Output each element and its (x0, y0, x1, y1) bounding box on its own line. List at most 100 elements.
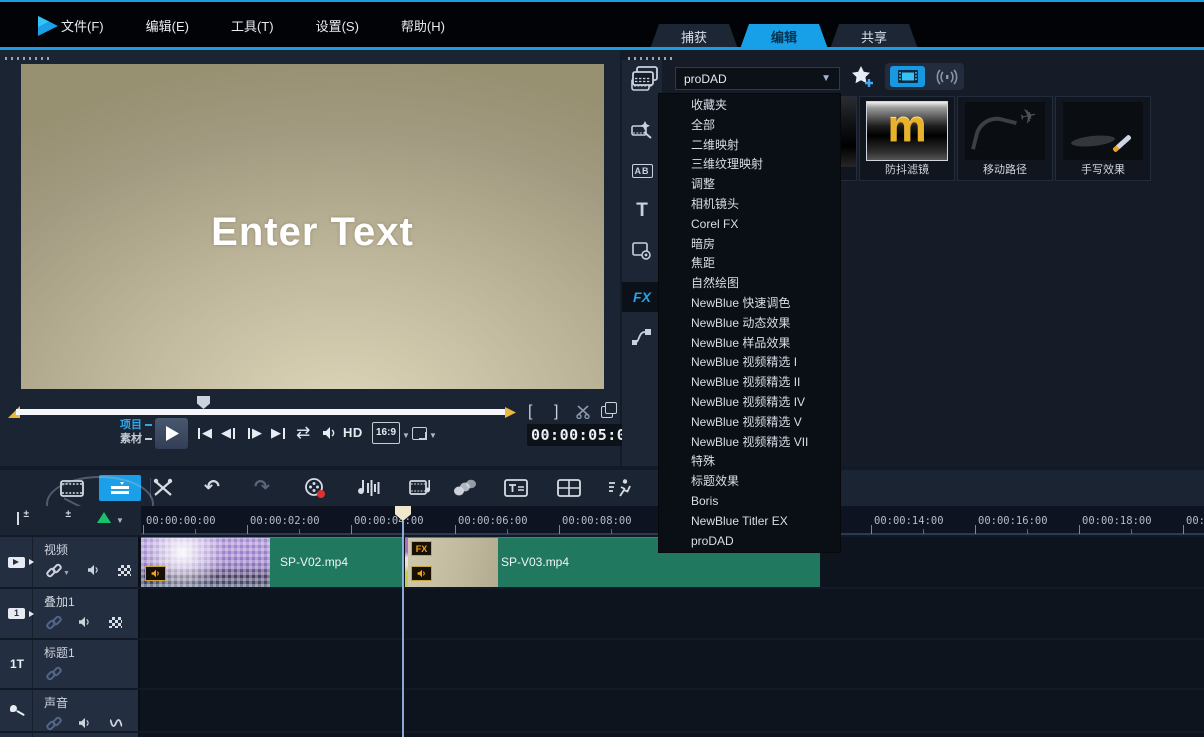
playback-mode-labels: 项目 素材 (96, 418, 152, 446)
go-to-end-button[interactable]: ▶ (271, 424, 287, 442)
transparency-toggle[interactable] (109, 616, 122, 628)
play-button[interactable] (155, 418, 188, 449)
hd-toggle[interactable]: HD (343, 424, 363, 442)
volume-icon[interactable] (322, 424, 338, 442)
menu-item[interactable]: 设置(S) (310, 12, 365, 39)
menu-item[interactable]: 工具(T) (225, 12, 280, 39)
dropdown-item[interactable]: NewBlue 视频精选 VII (659, 433, 840, 453)
loop-playback-icon[interactable]: ⇄ (296, 424, 310, 442)
next-frame-button[interactable]: ▶ (246, 424, 262, 442)
dropdown-item[interactable]: 调整 (659, 175, 840, 195)
track-name: 声音 (44, 696, 69, 710)
waveform-toggle[interactable] (109, 718, 123, 728)
dropdown-item[interactable]: 标题效果 (659, 472, 840, 492)
trim-bar[interactable] (16, 409, 505, 415)
dropdown-item[interactable]: 收藏夹 (659, 96, 840, 116)
mark-out-button[interactable]: ] (554, 404, 558, 420)
dropdown-item[interactable]: 相机镜头 (659, 195, 840, 215)
library-thumbnail[interactable]: 移动路径 (957, 96, 1053, 181)
category-dropdown-select[interactable]: proDAD ▼ (675, 67, 840, 90)
link-toggle[interactable]: ▼ (46, 718, 61, 728)
instant-project-icon[interactable] (622, 115, 662, 145)
paint-creator-button[interactable] (450, 475, 480, 501)
dropdown-item[interactable]: 焦距 (659, 254, 840, 274)
motion-tracking-button[interactable] (605, 475, 635, 501)
scrubber-marker[interactable] (197, 396, 210, 409)
track-header[interactable]: 叠加1 ▼ (0, 589, 140, 638)
dropdown-item[interactable]: 全部 (659, 116, 840, 136)
dropdown-item[interactable]: NewBlue 视频精选 II (659, 373, 840, 393)
split-screen-template-button[interactable] (554, 475, 584, 501)
dropdown-item[interactable]: Corel FX (659, 215, 840, 235)
mode-clip-label[interactable]: 素材 (96, 432, 152, 446)
filter-fx-icon[interactable]: FX (622, 282, 662, 312)
menu-row: 文件(F) 编辑(E) 工具(T) 设置(S) 帮助(H) (55, 2, 451, 49)
workflow-tab[interactable]: 共享 (830, 24, 918, 49)
gallery-icon (632, 66, 658, 88)
show-audio-toggle[interactable] (935, 68, 959, 85)
mute-toggle[interactable] (78, 717, 92, 729)
track-header[interactable]: 标题1 ▼ (0, 640, 140, 688)
transition-icon[interactable]: AB (622, 156, 662, 186)
dropdown-item[interactable]: 特殊 (659, 452, 840, 472)
library-thumbnail[interactable]: 手写效果 (1055, 96, 1151, 181)
dropdown-item[interactable]: NewBlue 快速调色 (659, 294, 840, 314)
track-type-icon (4, 690, 30, 731)
menu-item[interactable]: 编辑(E) (140, 12, 195, 39)
menu-item[interactable]: 文件(F) (55, 12, 110, 39)
track-type-icon (4, 640, 30, 688)
undo-button[interactable]: ↶ (197, 475, 227, 501)
split-clip-scissors-icon[interactable] (576, 405, 591, 419)
library-thumbnail[interactable]: 防抖滤镜 (859, 96, 955, 181)
trim-end-handle[interactable] (505, 407, 516, 418)
go-to-start-button[interactable]: ◀ (196, 424, 212, 442)
duplicate-clip-button[interactable] (601, 402, 617, 418)
link-toggle[interactable]: ▼ (46, 617, 61, 627)
workflow-tab[interactable]: 捕获 (650, 24, 738, 49)
mark-in-button[interactable]: [ (528, 404, 532, 420)
track-type-icon (4, 733, 30, 737)
previous-frame-button[interactable]: ◀ (221, 424, 237, 442)
track-row: 音乐1 ▼ (0, 733, 1204, 737)
dropdown-item[interactable]: NewBlue 样品效果 (659, 334, 840, 354)
dropdown-item[interactable]: 自然绘图 (659, 274, 840, 294)
sound-mixer-button[interactable] (353, 475, 383, 501)
thumbnail-label: 防抖滤镜 (885, 164, 929, 176)
dropdown-item[interactable]: 暗房 (659, 235, 840, 255)
thumbnail-label: 手写效果 (1081, 164, 1125, 176)
track-header[interactable]: 音乐1 ▼ (0, 733, 140, 737)
title-icon[interactable]: T (622, 196, 662, 226)
track-row: 声音 ▼ (0, 690, 1204, 731)
aspect-ratio-selector[interactable]: 16:9 ▼ (372, 422, 410, 444)
dropdown-item[interactable]: proDAD (659, 532, 840, 552)
subtitle-editor-button[interactable] (501, 475, 531, 501)
dropdown-item[interactable]: NewBlue 视频精选 V (659, 413, 840, 433)
mute-toggle[interactable] (78, 616, 92, 628)
dropdown-item[interactable]: NewBlue 动态效果 (659, 314, 840, 334)
dropdown-item[interactable]: NewBlue 视频精选 IV (659, 393, 840, 413)
dropdown-item[interactable]: 三维纹理映射 (659, 155, 840, 175)
auto-music-button[interactable] (406, 475, 436, 501)
record-capture-button[interactable] (300, 475, 330, 501)
dropdown-item[interactable]: NewBlue 视频精选 I (659, 353, 840, 373)
enlarge-preview-button[interactable]: ▼ (412, 424, 437, 442)
mode-project-label[interactable]: 项目 (96, 418, 152, 432)
workflow-tab[interactable]: 编辑 (740, 24, 828, 49)
dropdown-item[interactable]: 二维映射 (659, 136, 840, 156)
motion-path-icon[interactable] (622, 322, 662, 352)
show-video-toggle[interactable] (890, 66, 925, 87)
redo-button[interactable]: ↷ (247, 475, 277, 501)
track-header[interactable]: 声音 ▼ (0, 690, 140, 731)
panel-grip-handle[interactable] (5, 57, 51, 60)
dropdown-item[interactable]: Boris (659, 492, 840, 512)
dropdown-item[interactable]: NewBlue Titler EX (659, 512, 840, 532)
add-to-favorites-icon[interactable] (850, 65, 876, 89)
preview-screen: Enter Text (21, 64, 604, 389)
link-toggle[interactable]: ▼ (46, 668, 61, 678)
timeline-clip[interactable]: SP-V02.mp4 (141, 537, 403, 587)
preview-title-text: Enter Text (211, 210, 414, 254)
graphic-icon[interactable] (622, 236, 662, 266)
clip-filename: SP-V02.mp4 (280, 555, 349, 569)
ripple-edit-toggle[interactable]: ▼ (97, 512, 124, 525)
menu-item[interactable]: 帮助(H) (395, 12, 451, 39)
